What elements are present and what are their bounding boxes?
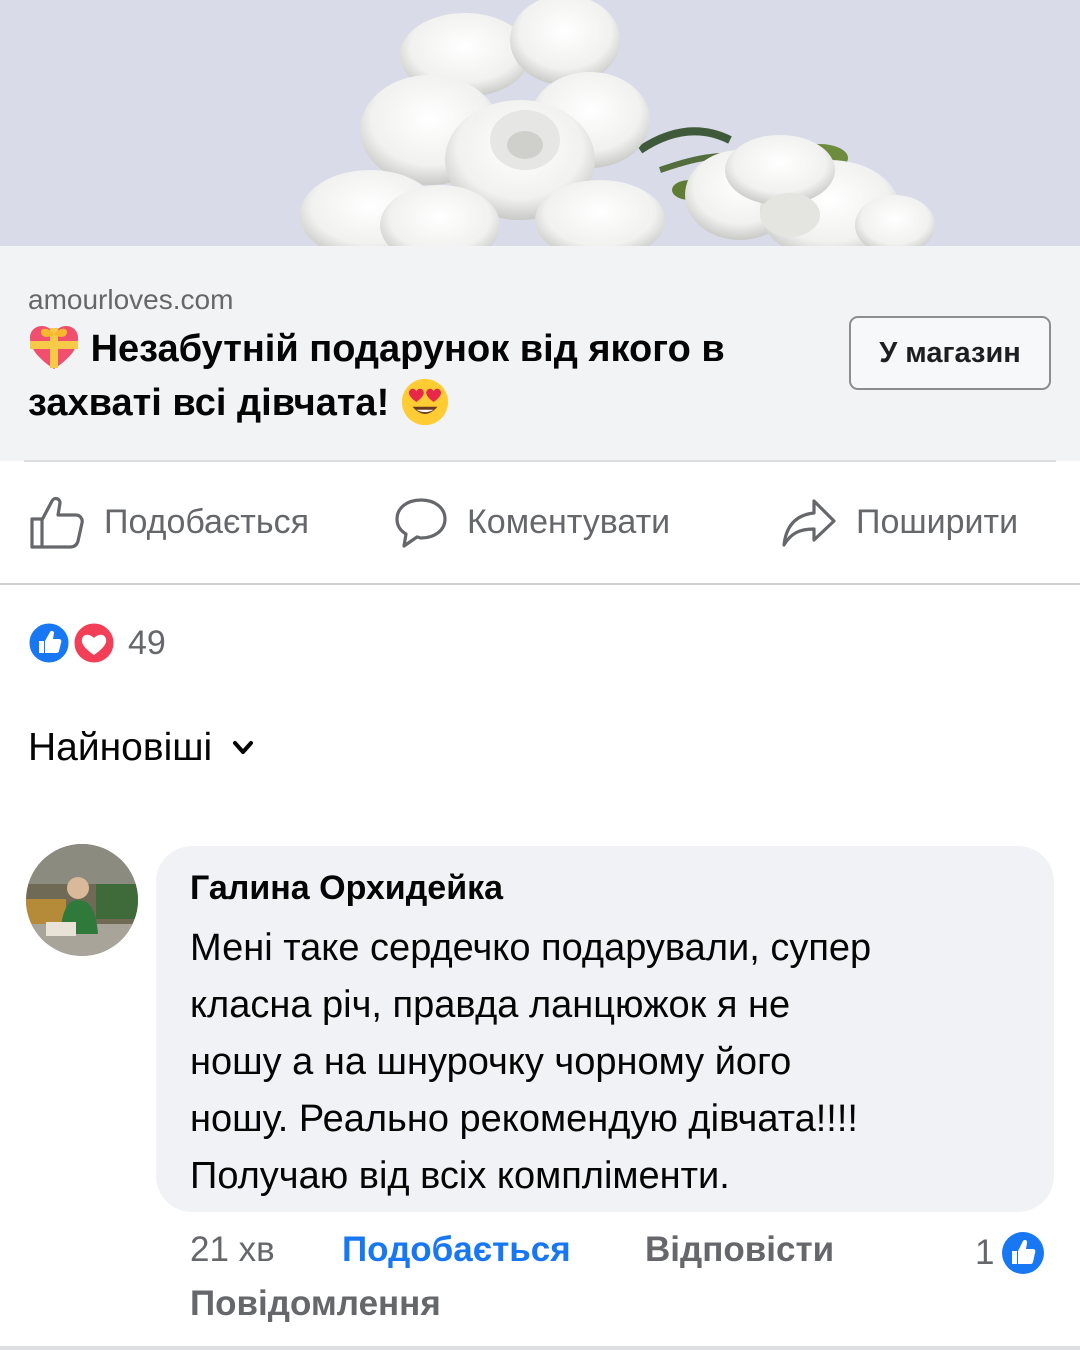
comment-message-button[interactable]: Повідомлення	[190, 1284, 441, 1324]
avatar[interactable]	[26, 844, 138, 956]
comment-like-button[interactable]: Подобається	[342, 1230, 571, 1270]
comment-line: Получаю від всіх компліменти.	[190, 1155, 730, 1197]
comment-line: ношу а на шнурочку чорному його	[190, 1041, 792, 1083]
comment-line: Мені таке сердечко подарували, супер	[190, 927, 872, 969]
flowers-image	[0, 0, 1080, 246]
comment-line: ношу. Реально рекомендую дівчата!!!!	[190, 1098, 858, 1140]
heart-gift-icon	[30, 326, 78, 369]
thumbs-up-outline-icon	[30, 496, 84, 549]
reaction-icons	[26, 620, 117, 666]
chevron-down-icon	[233, 741, 254, 754]
comment-action-button[interactable]: Коментувати	[393, 492, 670, 552]
comment-like-summary[interactable]: 1	[975, 1230, 1046, 1276]
share-action-button[interactable]: Поширити	[780, 492, 1018, 552]
link-title[interactable]: Незабутній подарунок від якого в захваті…	[28, 322, 828, 430]
heart-eyes-emoji-icon	[401, 378, 448, 426]
like-action-button[interactable]: Подобається	[28, 492, 309, 552]
comment-text: Мені таке сердечко подарували, супер кла…	[190, 920, 1034, 1205]
shop-now-button[interactable]: У магазин	[849, 316, 1051, 390]
link-domain: amourloves.com	[28, 284, 234, 315]
like-reaction-icon	[1002, 1232, 1045, 1274]
share-action-label: Поширити	[856, 502, 1019, 541]
like-action-label: Подобається	[104, 502, 309, 541]
bottom-divider	[0, 1346, 1080, 1350]
comment-like-count: 1	[975, 1233, 995, 1272]
link-preview-image[interactable]	[0, 0, 1080, 246]
share-arrow-icon	[782, 499, 836, 547]
comment-bubble-icon	[395, 498, 447, 548]
post-action-bar: Подобається Коментувати Поширити	[0, 462, 1080, 584]
link-title-text: Незабутній подарунок від якого в захваті…	[28, 328, 725, 424]
actions-divider	[0, 583, 1080, 585]
reaction-count: 49	[128, 623, 166, 662]
sort-label: Найновіші	[28, 726, 213, 769]
comment-line: класна річ, правда ланцюжок я не	[190, 984, 791, 1026]
comment-reply-button[interactable]: Відповісти	[645, 1230, 834, 1270]
comment-timestamp[interactable]: 21 хв	[190, 1230, 275, 1270]
reactions-summary[interactable]: 49	[26, 620, 166, 666]
comment-author[interactable]: Галина Орхидейка	[190, 868, 1034, 908]
comment-action-label: Коментувати	[467, 502, 671, 541]
avatar-photo	[26, 844, 138, 956]
comment-bubble[interactable]: Галина Орхидейка Мені таке сердечко пода…	[156, 846, 1054, 1212]
comment-sort-dropdown[interactable]: Найновіші	[28, 726, 254, 770]
